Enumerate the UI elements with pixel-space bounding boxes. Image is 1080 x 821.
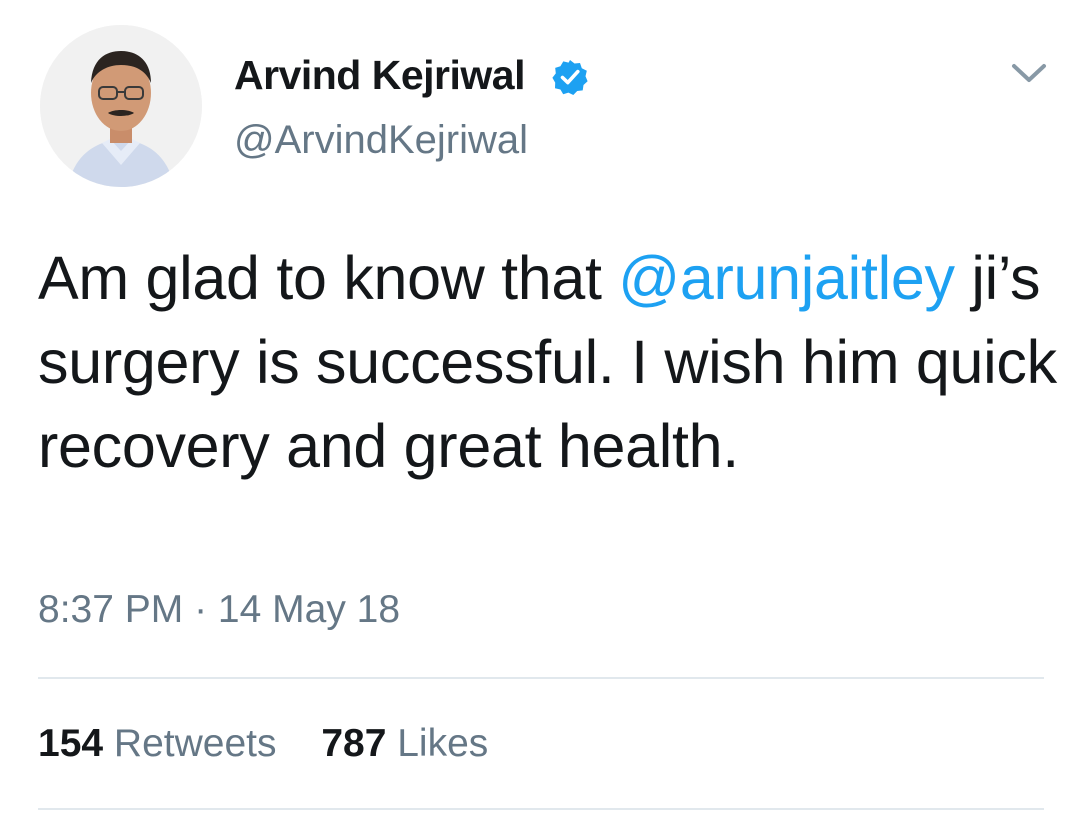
author-name[interactable]: Arvind Kejriwal: [234, 52, 525, 99]
divider: [38, 677, 1044, 679]
tweet-text: Am glad to know that @arunjaitley ji’s s…: [38, 236, 1058, 488]
tweet-date: 14 May 18: [217, 588, 401, 631]
retweets-label: Retweets: [103, 722, 277, 765]
verified-badge-icon: [552, 60, 588, 95]
avatar-photo: [40, 25, 202, 187]
tweet-timestamp[interactable]: 8:37 PM · 14 May 18: [38, 588, 400, 632]
retweets-stat[interactable]: 154 Retweets: [38, 722, 276, 766]
likes-label: Likes: [386, 722, 489, 765]
avatar[interactable]: [40, 25, 202, 187]
likes-stat[interactable]: 787 Likes: [321, 722, 488, 766]
tweet-text-start: Am glad to know that: [38, 244, 619, 312]
tweet-time: 8:37 PM: [38, 588, 184, 631]
likes-count: 787: [321, 722, 387, 765]
tweet-stats: 154 Retweets 787 Likes: [38, 722, 488, 766]
mention-link[interactable]: @arunjaitley: [618, 244, 955, 312]
retweets-count: 154: [38, 722, 104, 765]
tweet-card: Arvind Kejriwal @ArvindKejriwal Am glad …: [0, 0, 1080, 821]
divider: [38, 808, 1044, 810]
author-handle[interactable]: @ArvindKejriwal: [234, 118, 528, 163]
timestamp-separator: ·: [183, 588, 218, 631]
chevron-down-icon[interactable]: [1008, 58, 1050, 88]
